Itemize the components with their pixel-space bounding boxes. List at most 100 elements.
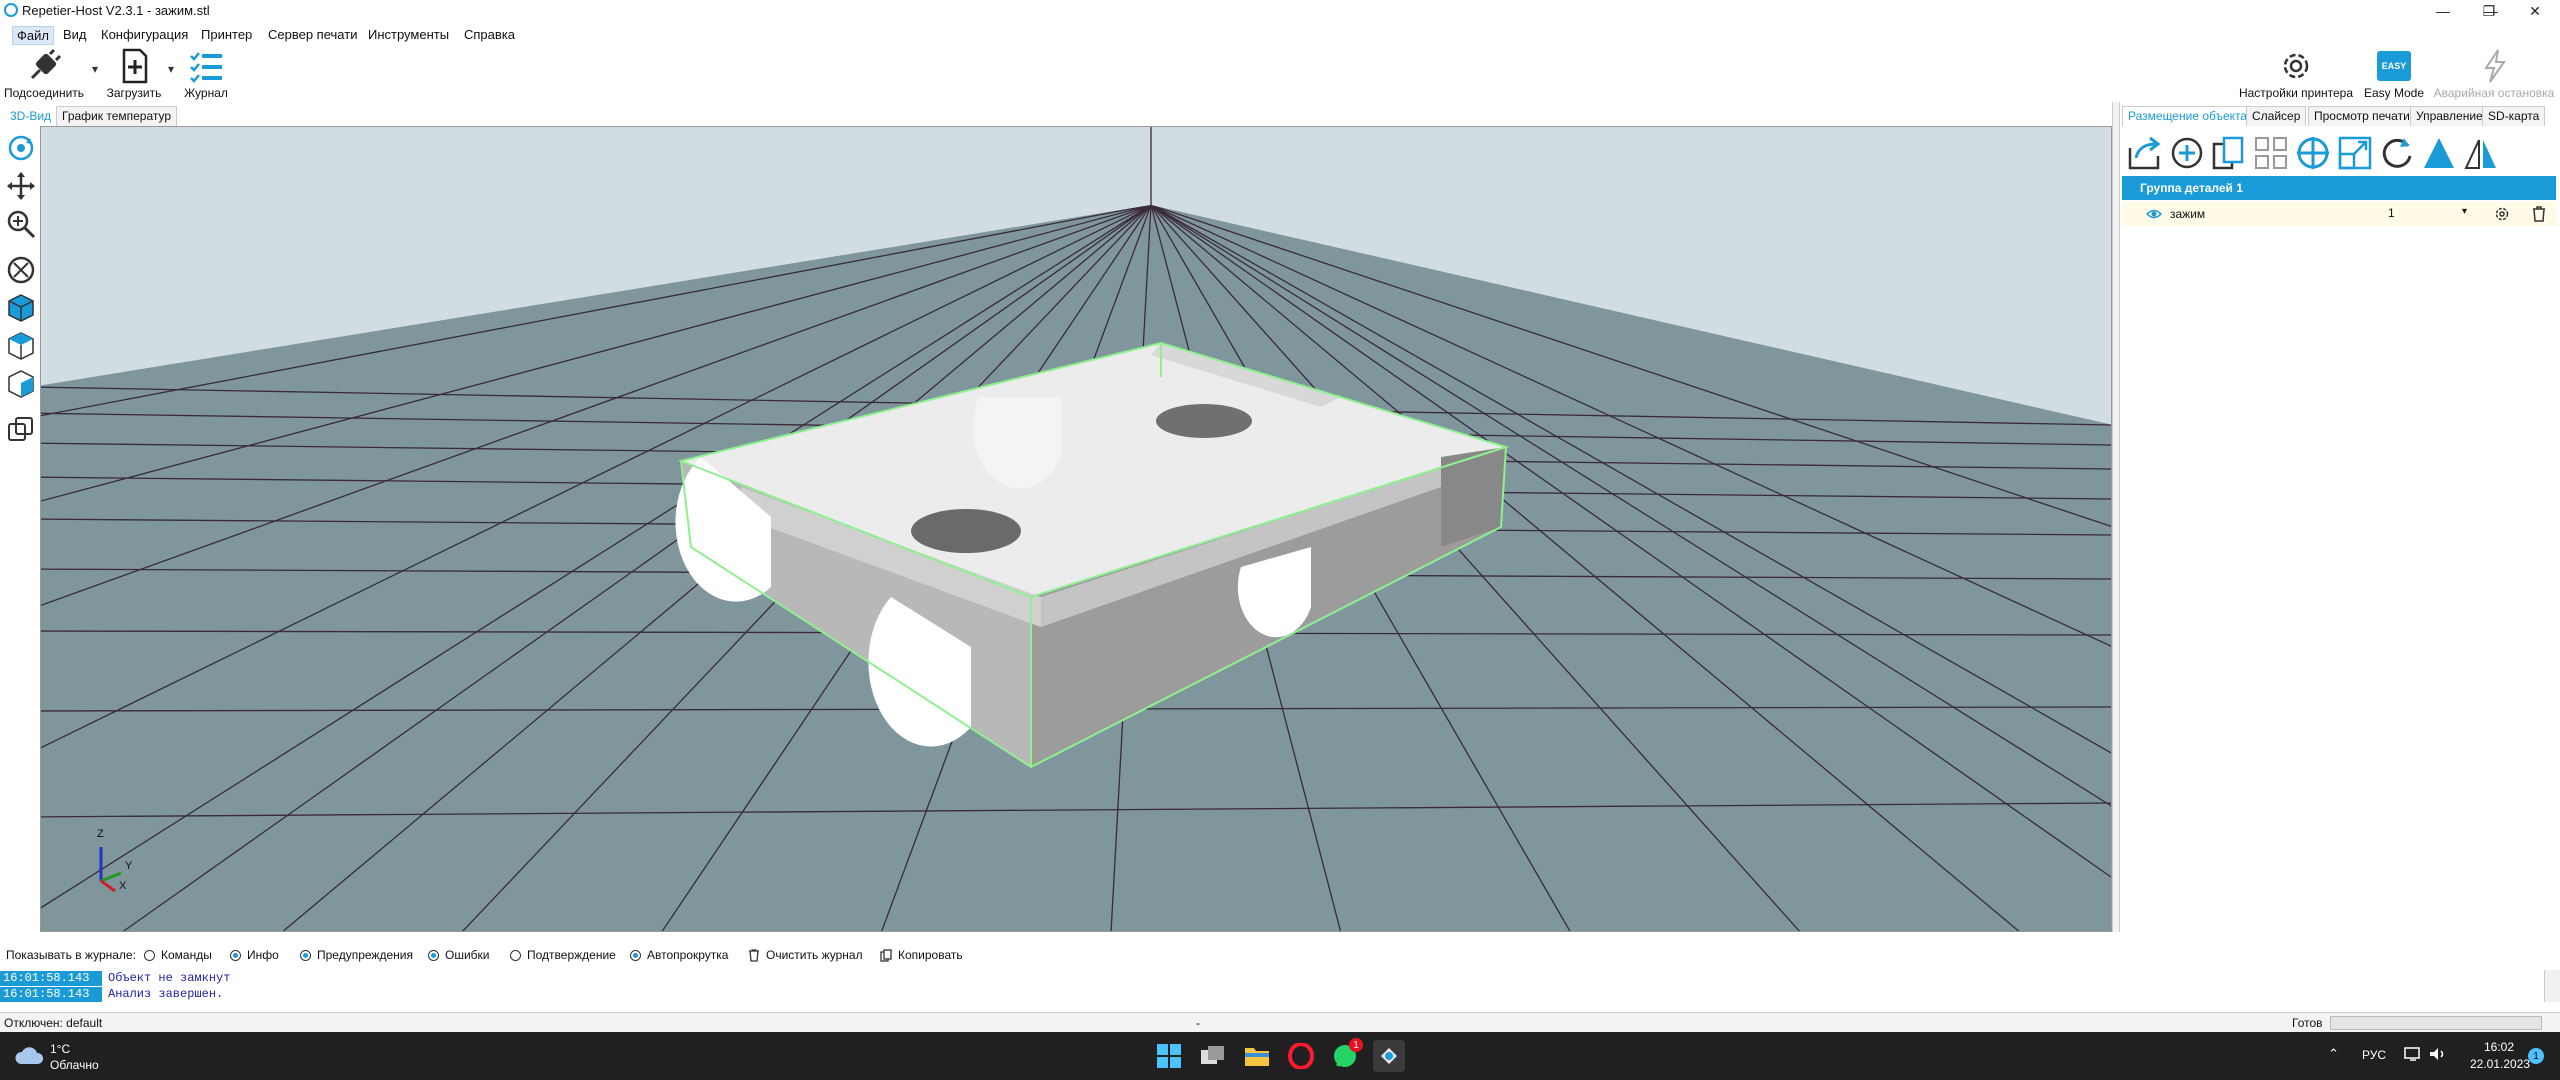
copy-object-icon[interactable] — [2210, 134, 2248, 172]
trash-icon[interactable] — [2532, 206, 2546, 222]
view-tabs: 3D-Вид График температур — [0, 102, 2120, 126]
close-window-button[interactable]: ✕ — [2512, 0, 2558, 22]
object-settings-gear-icon[interactable] — [2494, 206, 2510, 222]
log-options-bar: Показывать в журнале: Команды Инфо Преду… — [0, 940, 2560, 970]
radio-errors[interactable] — [428, 949, 439, 961]
minimize-window-button[interactable]: — — [2420, 0, 2466, 22]
menu-tools[interactable]: Инструменты — [364, 26, 453, 43]
tab-3d-view[interactable]: 3D-Вид — [4, 106, 58, 126]
file-explorer-button[interactable] — [1241, 1040, 1273, 1072]
add-object-icon[interactable] — [2168, 134, 2206, 172]
log-list[interactable]: 16:01:58.143 Объект не замкнут 16:01:58.… — [0, 970, 2544, 1002]
cut-object-icon[interactable] — [2420, 134, 2458, 172]
move-view-icon[interactable] — [5, 170, 37, 202]
export-icon[interactable] — [2126, 134, 2164, 172]
autoposition-icon[interactable] — [2252, 134, 2290, 172]
radio-warnings[interactable] — [300, 949, 311, 961]
volume-icon[interactable] — [2428, 1046, 2446, 1062]
connect-button[interactable]: Подсоединить — [4, 46, 84, 100]
scale-object-icon[interactable] — [2336, 134, 2374, 172]
language-indicator[interactable]: РУС — [2362, 1048, 2386, 1062]
tab-temperature-graph[interactable]: График температур — [56, 106, 178, 126]
printer-settings-button[interactable]: Настройки принтера — [2236, 46, 2356, 100]
fit-view-icon[interactable] — [5, 254, 37, 286]
tab-object-placement[interactable]: Размещение объекта — [2122, 106, 2254, 126]
menu-print-server[interactable]: Сервер печати — [264, 26, 361, 43]
log-scrollbar[interactable] — [2544, 970, 2560, 1002]
panel-splitter[interactable] — [2112, 102, 2120, 932]
plug-icon — [30, 48, 62, 80]
3d-viewport[interactable]: Z Y X — [40, 126, 2112, 932]
menu-view[interactable]: Вид — [59, 26, 91, 43]
load-button[interactable]: Загрузить — [104, 46, 164, 100]
tab-slicer[interactable]: Слайсер — [2246, 106, 2307, 126]
log-option-errors[interactable]: Ошибки — [428, 948, 490, 962]
task-view-button[interactable] — [1197, 1040, 1229, 1072]
connect-dropdown-icon[interactable]: ▾ — [92, 62, 98, 76]
clock-time[interactable]: 16:02 — [2484, 1040, 2514, 1054]
opera-button[interactable] — [1285, 1040, 1317, 1072]
emergency-stop-label: Аварийная остановка — [2433, 86, 2555, 100]
radio-ack[interactable] — [510, 949, 521, 961]
object-name: зажим — [2170, 207, 2206, 221]
log-line: 16:01:58.143 Анализ завершен. — [0, 987, 223, 1002]
weather-desc[interactable]: Облачно — [50, 1058, 99, 1072]
mirror-object-icon[interactable] — [2462, 134, 2500, 172]
log-option-info[interactable]: Инфо — [230, 948, 279, 962]
emergency-stop-button[interactable]: Аварийная остановка — [2432, 46, 2556, 100]
top-view-icon[interactable] — [5, 330, 37, 362]
log-option-autoscroll[interactable]: Автопрокрутка — [630, 948, 728, 962]
chevron-up-icon[interactable]: ⌃ — [2328, 1046, 2339, 1062]
easy-mode-button[interactable]: EASY Easy Mode — [2362, 46, 2426, 100]
copies-select[interactable]: 1 — [2384, 205, 2474, 223]
menu-bar: Файл Вид Конфигурация Принтер Сервер печ… — [0, 22, 2560, 46]
whatsapp-button[interactable]: 1 — [1329, 1038, 1363, 1072]
tab-control[interactable]: Управление — [2410, 106, 2489, 126]
copy-log-button[interactable]: Копировать — [880, 948, 963, 962]
log-option-warnings[interactable]: Предупреждения — [300, 948, 413, 962]
log-option-commands[interactable]: Команды — [144, 948, 212, 962]
visibility-eye-icon[interactable] — [2146, 207, 2162, 221]
object-row[interactable]: зажим 1 ▾ — [2122, 202, 2556, 226]
menu-help[interactable]: Справка — [460, 26, 519, 43]
chevron-down-icon[interactable]: ▾ — [2462, 206, 2467, 217]
center-object-icon[interactable] — [2294, 134, 2332, 172]
axis-y-label: Y — [125, 860, 133, 872]
tab-print-preview[interactable]: Просмотр печати — [2308, 106, 2416, 126]
log-time: 16:01:58.143 — [0, 971, 102, 986]
ready-status: Готов — [2292, 1016, 2323, 1030]
load-dropdown-icon[interactable]: ▾ — [168, 62, 174, 76]
clock-date[interactable]: 22.01.2023 — [2470, 1057, 2530, 1071]
zoom-icon[interactable] — [5, 208, 37, 240]
opera-icon — [1288, 1043, 1314, 1069]
side-view-icon[interactable] — [5, 368, 37, 400]
menu-printer[interactable]: Принтер — [197, 26, 256, 43]
repetier-taskbar-button[interactable] — [1373, 1040, 1405, 1072]
restore-window-button[interactable]: ❐ — [2466, 0, 2512, 22]
parallel-projection-icon[interactable] — [5, 414, 37, 446]
3d-scene[interactable]: Z Y X — [41, 127, 2112, 932]
windows-start-icon — [1157, 1044, 1181, 1068]
start-button[interactable] — [1153, 1040, 1185, 1072]
radio-commands[interactable] — [144, 949, 155, 961]
trash-icon — [749, 948, 759, 962]
repetier-icon — [1381, 1048, 1397, 1064]
menu-configuration[interactable]: Конфигурация — [97, 26, 192, 43]
network-icon[interactable] — [2404, 1046, 2422, 1062]
log-option-ack[interactable]: Подтверждение — [510, 948, 616, 962]
menu-file[interactable]: Файл — [12, 26, 54, 45]
object-group-header[interactable]: Группа деталей 1 — [2122, 176, 2556, 200]
log-option-label: Предупреждения — [317, 948, 413, 962]
radio-info[interactable] — [230, 949, 241, 961]
notification-badge[interactable]: 1 — [2528, 1048, 2544, 1064]
whatsapp-badge: 1 — [1349, 1038, 1363, 1052]
tab-sd-card[interactable]: SD-карта — [2482, 106, 2546, 126]
front-view-icon[interactable] — [5, 292, 37, 324]
rotate-view-icon[interactable] — [5, 132, 37, 164]
rotate-object-icon[interactable] — [2378, 134, 2416, 172]
clear-log-button[interactable]: Очистить журнал — [748, 948, 863, 962]
weather-temp[interactable]: 1°C — [50, 1042, 70, 1056]
log-toggle-button[interactable]: Журнал — [178, 46, 234, 100]
radio-autoscroll[interactable] — [630, 949, 641, 961]
log-label: Журнал — [184, 86, 228, 100]
